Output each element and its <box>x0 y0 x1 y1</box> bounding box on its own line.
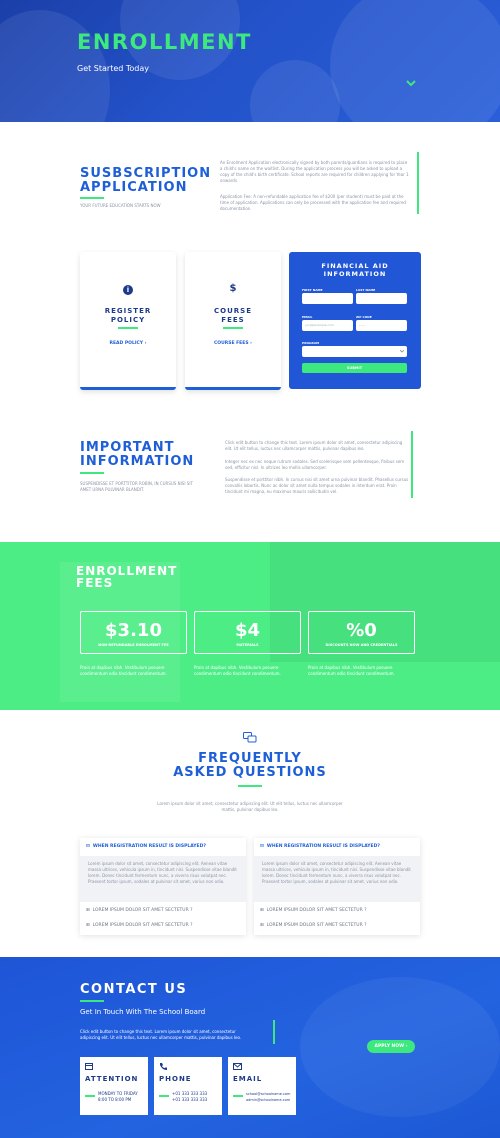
important-tagline: SUSPENDISSE ET PORTTITOR ROBIN, IN CURSU… <box>80 481 193 492</box>
email-field[interactable]: you@example.com <box>302 320 353 331</box>
register-policy-card[interactable]: i REGISTER POLICY READ POLICY › <box>80 252 176 390</box>
first-name-field[interactable] <box>302 293 353 304</box>
fee-label: NON-REFUNDABLE ENROLMENT FEE <box>98 643 169 647</box>
apply-now-button[interactable]: APPLY NOW › <box>367 1040 415 1053</box>
faq-item[interactable]: ⊞ LOREM IPSUM DOLOR SIT AMET SECTETUR ? <box>86 923 193 928</box>
phone-icon <box>160 1063 167 1070</box>
phone-numbers[interactable]: +01 333 333 333 +01 333 333 333 <box>172 1091 207 1103</box>
phone-title: PHONE <box>159 1075 192 1083</box>
course-fees-card[interactable]: $ COURSE FEES COURSE FEES › <box>185 252 281 390</box>
accent-bar <box>411 431 413 498</box>
faq-answer: Lorem ipsum dolor sit amet, consectetur … <box>80 856 246 902</box>
faq-question[interactable]: ⊟ WHEN REGISTRATION RESULT IS DISPLAYED? <box>86 844 206 849</box>
divider <box>159 1095 169 1097</box>
subscription-tagline: YOUR FUTURE EDUCATION STARTS NOW <box>80 203 161 208</box>
fee-box: $3.10 NON-REFUNDABLE ENROLMENT FEE <box>80 611 187 654</box>
contact-text: Click edit button to change this text. L… <box>80 1029 242 1040</box>
submit-button[interactable]: SUBMIT <box>302 363 407 373</box>
faq-card: ⊟ WHEN REGISTRATION RESULT IS DISPLAYED?… <box>254 838 420 935</box>
calendar-icon <box>85 1063 93 1070</box>
accent-bar <box>417 152 419 214</box>
faq-title: FREQUENTLY ASKED QUESTIONS <box>173 751 327 780</box>
last-name-field[interactable] <box>356 293 407 304</box>
fee-note: Proin at dapibus nibh. Vestibulum posuer… <box>194 665 281 676</box>
important-title: IMPORTANT INFORMATION <box>80 440 195 469</box>
chevron-down-icon[interactable] <box>406 80 416 87</box>
subscription-text-2: Application Fee: A non-refundable applic… <box>220 194 406 211</box>
fee-box: %0 DISCOUNTS NOW AND CREDENTIALS <box>308 611 415 654</box>
hero-banner: ENROLLMENT Get Started Today <box>0 0 500 122</box>
fee-note: Proin at dapibus nibh. Vestibulum posuer… <box>80 665 167 676</box>
faq-item[interactable]: ⊞ LOREM IPSUM DOLOR SIT AMET SECTETUR ? <box>260 923 367 928</box>
program-select[interactable] <box>302 346 407 357</box>
zip-label: ZIP CODE <box>356 315 372 319</box>
first-name-label: FIRST NAME <box>302 288 323 292</box>
divider <box>80 1000 104 1002</box>
card-title: REGISTER POLICY <box>104 307 152 324</box>
email-addresses[interactable]: school@schoolname.com admin@schoolname.co… <box>246 1091 290 1103</box>
faq-intro: Lorem ipsum dolor sit amet, consectetur … <box>157 801 343 812</box>
subscription-text-1: An Enrolment Application electronically … <box>220 160 409 183</box>
divider <box>233 1095 243 1097</box>
course-fees-link[interactable]: COURSE FEES › <box>185 341 281 346</box>
divider <box>118 327 138 329</box>
accent-bar <box>273 1020 275 1044</box>
chevron-down-icon <box>400 350 404 353</box>
subscription-title: SUSBSCRIPTION APPLICATION <box>80 166 212 195</box>
phone-box: PHONE +01 333 333 333 +01 333 333 333 <box>154 1057 222 1115</box>
enrollment-fees-section: ENROLLMENT FEES $3.10 NON-REFUNDABLE ENRO… <box>0 542 500 710</box>
fee-label: DISCOUNTS NOW AND CREDENTIALS <box>325 643 398 647</box>
faq-item[interactable]: ⊞ LOREM IPSUM DOLOR SIT AMET SECTETUR ? <box>86 908 193 913</box>
program-label: PROGRAM <box>302 341 320 345</box>
envelope-icon <box>233 1063 242 1070</box>
divider <box>85 1095 95 1097</box>
attention-hours: MONDAY TO FRIDAY 8:00 TO 8:00 PM <box>98 1091 138 1102</box>
fee-note: Proin at dapibus nibh. Vestibulum posuer… <box>308 665 395 676</box>
hero-title: ENROLLMENT <box>77 30 252 54</box>
divider <box>238 785 262 787</box>
attention-box: ATTENTION MONDAY TO FRIDAY 8:00 TO 8:00 P… <box>80 1057 148 1115</box>
faq-question[interactable]: ⊟ WHEN REGISTRATION RESULT IS DISPLAYED? <box>260 844 380 849</box>
faq-item[interactable]: ⊞ LOREM IPSUM DOLOR SIT AMET SECTETUR ? <box>260 908 367 913</box>
divider <box>223 327 243 329</box>
fee-box: $4 MATERIALS <box>194 611 301 654</box>
divider <box>80 197 104 199</box>
chat-bubbles-icon <box>243 732 257 743</box>
form-title: FINANCIAL AID INFORMATION <box>321 262 389 278</box>
important-text-2: Integer nec ex nec neque rutrum sodales.… <box>225 459 405 470</box>
faq-card: ⊟ WHEN REGISTRATION RESULT IS DISPLAYED?… <box>80 838 246 935</box>
fee-value: $4 <box>234 620 261 641</box>
card-title: COURSE FEES <box>214 307 252 324</box>
important-text-3: Suspendisse et porttitor nibh. In cursus… <box>225 477 409 494</box>
contact-title: CONTACT US <box>80 982 188 997</box>
dollar-icon: $ <box>229 283 237 294</box>
hero-subtitle: Get Started Today <box>77 64 150 73</box>
info-icon: i <box>123 285 133 295</box>
financial-aid-form: FINANCIAL AID INFORMATION FIRST NAME LAST… <box>289 252 421 389</box>
divider <box>80 472 104 474</box>
important-text-1: Click edit button to change this text. L… <box>225 440 403 451</box>
email-label: EMAIL <box>302 315 313 319</box>
attention-title: ATTENTION <box>85 1075 139 1083</box>
fee-value: %0 <box>346 620 377 641</box>
fee-value: $3.10 <box>105 620 162 641</box>
contact-subtitle: Get In Touch With The School Board <box>80 1008 206 1016</box>
zip-field[interactable]: ------ <box>356 320 407 331</box>
last-name-label: LAST NAME <box>356 288 376 292</box>
fee-label: MATERIALS <box>236 643 259 647</box>
email-title: EMAIL <box>233 1075 263 1083</box>
contact-section: CONTACT US Get In Touch With The School … <box>0 957 500 1138</box>
fees-title: ENROLLMENT FEES <box>76 564 178 590</box>
faq-answer: Lorem ipsum dolor sit amet, consectetur … <box>254 856 420 902</box>
email-box: EMAIL school@schoolname.com admin@schooln… <box>228 1057 296 1115</box>
read-policy-link[interactable]: READ POLICY › <box>80 341 176 346</box>
